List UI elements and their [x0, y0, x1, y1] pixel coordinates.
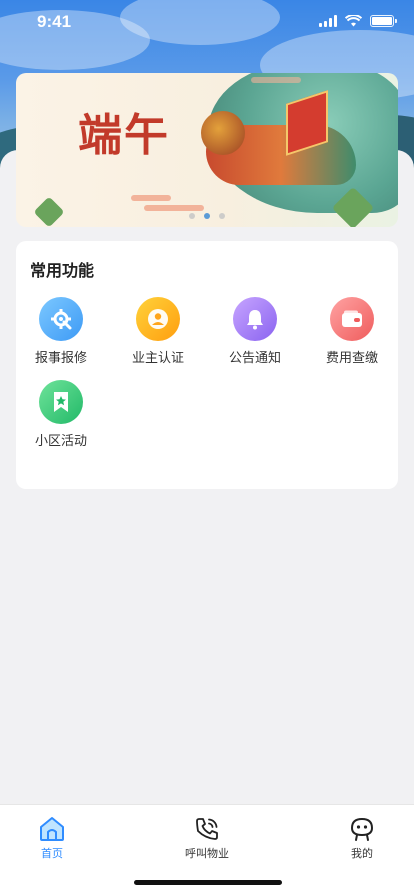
banner-dot-active[interactable]: [204, 213, 210, 219]
banner-dot[interactable]: [219, 213, 225, 219]
tab-call-property[interactable]: 呼叫物业: [167, 815, 247, 861]
home-icon: [12, 815, 92, 843]
tab-mine[interactable]: 我的: [322, 815, 402, 861]
battery-icon: [370, 15, 397, 27]
bell-icon: [233, 297, 277, 341]
fee-payment-button[interactable]: 费用查缴: [307, 297, 397, 366]
tab-home[interactable]: 首页: [12, 815, 92, 861]
signal-icon: [319, 15, 337, 27]
tab-label: 我的: [351, 847, 373, 860]
promo-banner[interactable]: 端午: [16, 73, 398, 227]
announcement-button[interactable]: 公告通知: [210, 297, 300, 366]
profile-face-icon: [322, 815, 402, 843]
section-title: 常用功能: [30, 261, 95, 280]
status-time: 9:41: [37, 12, 72, 31]
tab-label: 首页: [41, 847, 63, 860]
banner-dot[interactable]: [189, 213, 195, 219]
phone-call-icon: [167, 815, 247, 843]
banner-pagination: [16, 213, 398, 219]
wifi-icon: [345, 15, 362, 27]
repair-report-button[interactable]: 报事报修: [16, 297, 106, 366]
function-label: 费用查缴: [325, 351, 378, 366]
tab-label: 呼叫物业: [185, 847, 229, 860]
owner-verify-button[interactable]: 业主认证: [113, 297, 203, 366]
status-bar: 9:41: [0, 0, 414, 46]
function-label: 小区活动: [34, 434, 87, 449]
star-flag-icon: [39, 380, 83, 424]
home-indicator: [134, 880, 282, 885]
community-activity-button[interactable]: 小区活动: [16, 380, 106, 449]
common-functions-card: 常用功能 报事报修 业主认证 公告通知 费用查缴 小区活动: [16, 241, 398, 489]
user-icon: [136, 297, 180, 341]
function-label: 公告通知: [228, 351, 281, 366]
gear-wrench-icon: [39, 297, 83, 341]
wallet-icon: [330, 297, 374, 341]
function-label: 业主认证: [131, 351, 184, 366]
function-label: 报事报修: [34, 351, 87, 366]
banner-title: 端午: [78, 110, 170, 161]
